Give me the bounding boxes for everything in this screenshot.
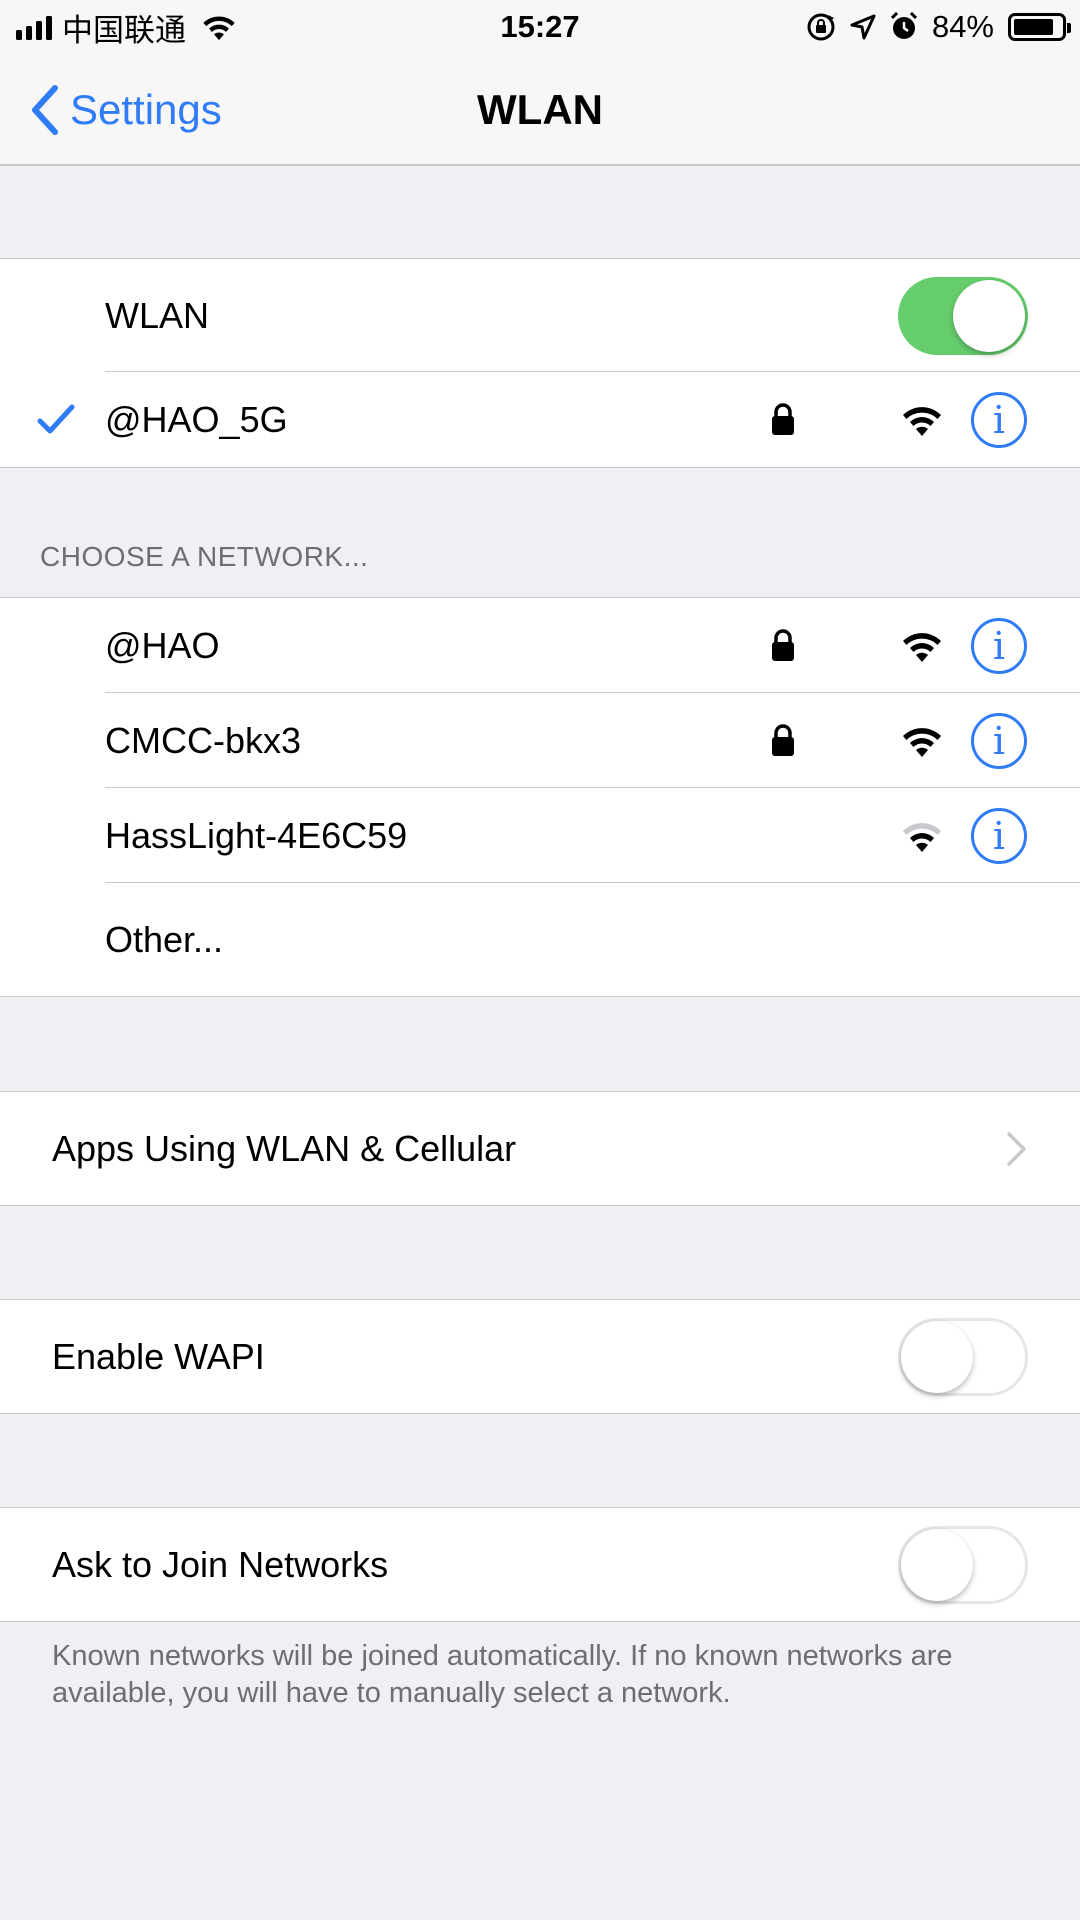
other-network-row[interactable]: Other... [0,883,1080,996]
toggle-knob [901,1528,973,1601]
svg-text:i: i [993,398,1005,442]
info-icon[interactable]: i [970,617,1028,675]
wapi-row: Enable WAPI [0,1300,1080,1413]
battery-percent: 84% [931,9,994,44]
apps-using-label: Apps Using WLAN & Cellular [52,1127,517,1169]
page-title: WLAN [477,86,603,133]
wlan-toggle[interactable] [898,276,1028,355]
info-icon[interactable]: i [970,712,1028,770]
chevron-right-icon [1007,1131,1026,1166]
toggle-knob [953,279,1025,352]
connected-network-row[interactable]: @HAO_5G i [0,372,1080,467]
section-header-choose-network: CHOOSE A NETWORK... [40,541,369,572]
svg-text:i: i [993,624,1005,668]
svg-text:i: i [993,814,1005,858]
network-row[interactable]: @HAO i [0,598,1080,693]
navigation-bar: Settings WLAN [0,54,1080,166]
wifi-signal-icon [903,632,941,662]
lock-icon [772,402,794,435]
lock-icon [772,723,794,756]
location-icon [850,14,876,40]
network-name: HassLight-4E6C59 [105,814,408,856]
battery-fill [1014,19,1053,35]
connected-network-name: @HAO_5G [105,398,288,440]
wifi-signal-icon [903,822,941,852]
network-name: CMCC-bkx3 [105,719,302,761]
ask-join-footer: Known networks will be joined automatica… [52,1640,953,1709]
apps-using-group: Apps Using WLAN & Cellular [0,1091,1080,1206]
battery-icon [1008,13,1071,41]
wlan-label: WLAN [105,294,210,336]
ask-join-row: Ask to Join Networks [0,1508,1080,1621]
ask-join-label: Ask to Join Networks [52,1543,389,1585]
status-bar: 中国联通 15:27 84% [0,0,1080,54]
network-list: @HAO i CMCC-bkx3 i HassLight-4E6C59 i Ot… [0,597,1080,997]
network-row[interactable]: CMCC-bkx3 i [0,693,1080,788]
wlan-group: WLAN @HAO_5G i [0,258,1080,468]
svg-text:i: i [993,719,1005,763]
wapi-group: Enable WAPI [0,1299,1080,1414]
alarm-icon [890,12,918,39]
network-name: @HAO [105,624,220,666]
lock-icon [772,628,794,661]
wapi-toggle[interactable] [898,1317,1028,1396]
checkmark-icon [37,404,75,433]
orientation-lock-icon [807,13,835,41]
other-network-label: Other... [105,918,224,960]
network-row[interactable]: HassLight-4E6C59 i [0,788,1080,883]
ask-join-group: Ask to Join Networks [0,1507,1080,1622]
wapi-label: Enable WAPI [52,1335,265,1377]
info-icon[interactable]: i [970,391,1028,449]
info-icon[interactable]: i [970,807,1028,865]
apps-using-row[interactable]: Apps Using WLAN & Cellular [0,1092,1080,1205]
wifi-signal-icon [903,727,941,757]
toggle-knob [901,1320,973,1393]
wifi-signal-icon [903,406,941,436]
ask-join-toggle[interactable] [898,1525,1028,1604]
wlan-toggle-row: WLAN [0,259,1080,372]
